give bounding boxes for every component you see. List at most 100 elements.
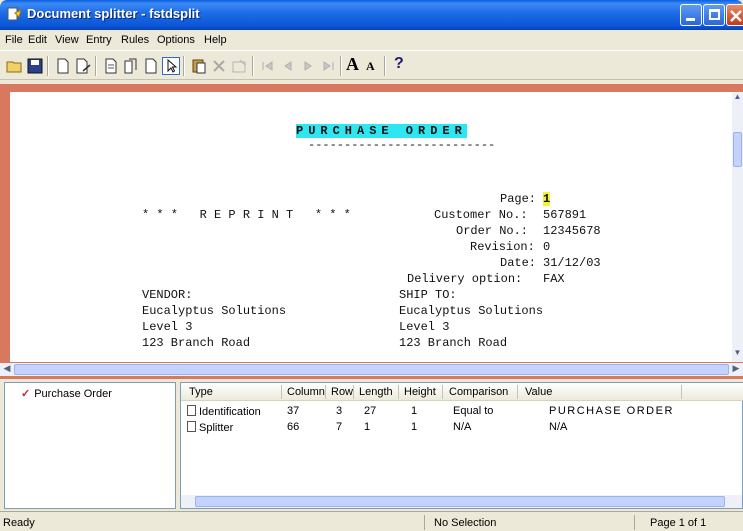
scroll-thumb[interactable] xyxy=(195,496,725,507)
page-label: Page: xyxy=(500,192,537,206)
menu-rules[interactable]: Rules xyxy=(121,34,149,46)
document-type-tree: ✓ Purchase Order xyxy=(4,382,176,509)
open-folder-icon[interactable] xyxy=(6,57,24,75)
page-value: 1 xyxy=(543,192,551,206)
minimize-icon xyxy=(686,18,695,21)
title-bar[interactable]: Document splitter - fstdsplit xyxy=(0,0,743,30)
menu-bar: File Edit View Entry Rules Options Help xyxy=(0,30,743,50)
document-page[interactable]: PURCHASE ORDER -------------------------… xyxy=(10,92,732,362)
status-bar: Ready No Selection Page 1 of 1 xyxy=(0,511,743,531)
close-icon xyxy=(730,10,742,22)
row-value: PURCHASE ORDER xyxy=(549,405,674,417)
pointer-icon[interactable] xyxy=(162,57,180,75)
first-icon[interactable] xyxy=(259,57,277,75)
reprint-banner: * * * R E P R I N T * * * xyxy=(142,208,351,222)
rules-list-horizontal-scrollbar[interactable] xyxy=(181,495,742,508)
new-document-icon[interactable] xyxy=(54,57,72,75)
toolbar: A A ? xyxy=(0,50,743,80)
row-comparison: N/A xyxy=(453,421,472,433)
vendor-line: Eucalyptus Solutions xyxy=(142,304,287,318)
window-title: Document splitter - fstdsplit xyxy=(27,6,200,21)
menu-view[interactable]: View xyxy=(55,34,79,46)
next-icon[interactable] xyxy=(299,57,317,75)
bottom-panel: ✓ Purchase Order Type Column Row Length H… xyxy=(0,380,743,511)
delete-icon[interactable] xyxy=(210,57,228,75)
status-divider xyxy=(634,515,635,530)
scroll-left-icon[interactable]: ◀ xyxy=(0,363,14,376)
row-length: 1 xyxy=(364,421,371,433)
row-column: 37 xyxy=(287,405,300,417)
copy-page-icon[interactable] xyxy=(122,57,140,75)
checkmark-icon: ✓ xyxy=(21,388,31,400)
menu-file[interactable]: File xyxy=(5,34,23,46)
maximize-button[interactable] xyxy=(703,4,725,26)
menu-options[interactable]: Options xyxy=(157,34,195,46)
app-icon xyxy=(7,7,22,21)
toolbar-separator xyxy=(95,56,97,76)
column-divider[interactable] xyxy=(517,385,518,399)
order-no-value: 12345678 xyxy=(543,224,601,238)
menu-edit[interactable]: Edit xyxy=(28,34,47,46)
document-vertical-scrollbar[interactable]: ▲ ▼ xyxy=(732,92,743,362)
row-row: 3 xyxy=(336,405,343,417)
delivery-option-value: FAX xyxy=(543,272,565,286)
vendor-line: Level 3 xyxy=(142,320,193,334)
row-column: 66 xyxy=(287,421,300,433)
properties-icon[interactable] xyxy=(230,57,248,75)
column-header-height[interactable]: Height xyxy=(404,386,436,398)
document-heading: PURCHASE ORDER xyxy=(296,124,467,138)
previous-icon[interactable] xyxy=(279,57,297,75)
row-length: 27 xyxy=(364,405,377,417)
row-type: Identification xyxy=(187,405,261,418)
customer-no-value: 567891 xyxy=(543,208,587,222)
font-smaller-icon[interactable]: A xyxy=(366,59,384,77)
revision-value: 0 xyxy=(543,240,551,254)
rules-list: Type Column Row Length Height Comparison… xyxy=(180,382,743,509)
page-blank-icon[interactable] xyxy=(142,57,160,75)
tree-item-purchase-order[interactable]: ✓ Purchase Order xyxy=(21,387,112,400)
scroll-down-icon[interactable]: ▼ xyxy=(732,348,743,362)
menu-entry[interactable]: Entry xyxy=(86,34,112,46)
scroll-thumb[interactable] xyxy=(14,364,729,375)
customer-no-label: Customer No.: xyxy=(434,208,528,222)
scroll-up-icon[interactable]: ▲ xyxy=(732,92,743,106)
row-height: 1 xyxy=(411,405,418,417)
delivery-option-label: Delivery option: xyxy=(407,272,523,286)
column-header-value[interactable]: Value xyxy=(525,386,552,398)
column-divider[interactable] xyxy=(442,385,443,399)
column-header-column[interactable]: Column xyxy=(287,386,325,398)
vendor-line: 123 Branch Road xyxy=(142,336,251,350)
column-divider[interactable] xyxy=(281,385,282,399)
paste-icon[interactable] xyxy=(190,57,208,75)
column-divider[interactable] xyxy=(353,385,354,399)
row-value: N/A xyxy=(549,421,568,433)
close-button[interactable] xyxy=(726,4,743,26)
row-type-label: Splitter xyxy=(199,422,234,434)
heading-underline: -------------------------- xyxy=(308,138,496,152)
toolbar-separator xyxy=(252,56,254,76)
row-comparison: Equal to xyxy=(453,405,494,417)
menu-help[interactable]: Help xyxy=(204,34,227,46)
column-header-comparison[interactable]: Comparison xyxy=(449,386,508,398)
document-horizontal-scrollbar[interactable]: ◀ ▶ xyxy=(0,363,743,376)
date-value: 31/12/03 xyxy=(543,256,601,270)
save-icon[interactable] xyxy=(26,57,44,75)
font-larger-icon[interactable]: A xyxy=(346,54,364,74)
page-icon[interactable] xyxy=(102,57,120,75)
scroll-thumb[interactable] xyxy=(733,132,742,167)
row-height: 1 xyxy=(411,421,418,433)
column-header-length[interactable]: Length xyxy=(359,386,393,398)
column-divider[interactable] xyxy=(325,385,326,399)
minimize-button[interactable] xyxy=(680,4,702,26)
column-header-type[interactable]: Type xyxy=(189,386,213,398)
document-zoom-icon[interactable] xyxy=(74,57,92,75)
help-icon[interactable]: ? xyxy=(394,55,412,73)
scroll-right-icon[interactable]: ▶ xyxy=(729,363,743,376)
column-divider[interactable] xyxy=(398,385,399,399)
status-state: Ready xyxy=(3,517,35,529)
last-icon[interactable] xyxy=(319,57,337,75)
row-type: Splitter xyxy=(187,421,233,434)
column-header-row[interactable]: Row xyxy=(331,386,353,398)
order-no-label: Order No.: xyxy=(456,224,529,238)
column-divider[interactable] xyxy=(681,385,682,399)
